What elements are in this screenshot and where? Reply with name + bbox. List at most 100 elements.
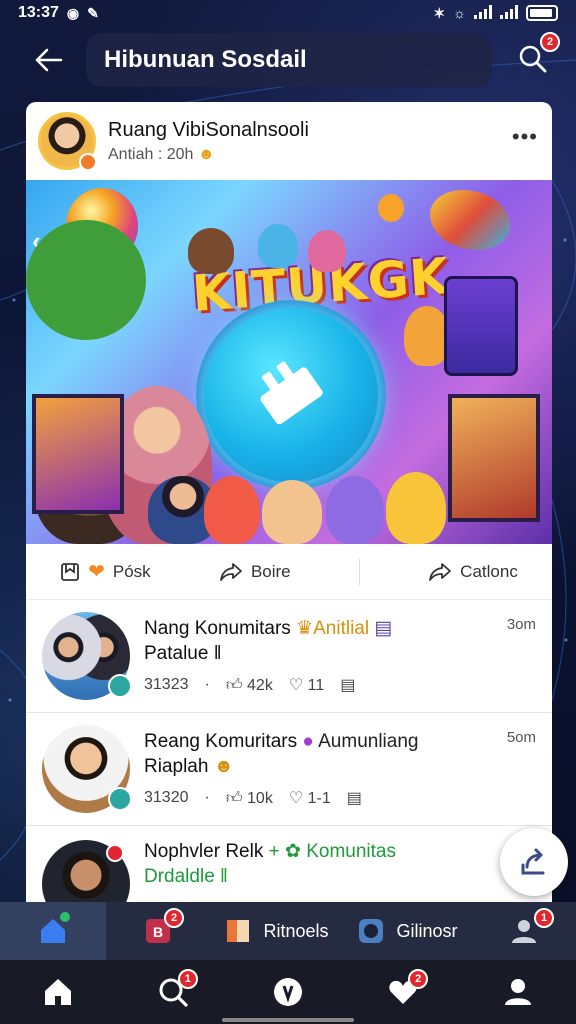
share-label: Boire bbox=[250, 561, 291, 581]
list-item-title: Nophvler Relk + ✿ Komunitas bbox=[144, 841, 396, 862]
arcade-machine-illustration bbox=[444, 276, 518, 376]
tab-badge: 2 bbox=[164, 908, 184, 928]
nav-likes[interactable]: 2 bbox=[378, 967, 429, 1017]
character-illustration bbox=[204, 476, 260, 544]
book-icon bbox=[227, 920, 250, 942]
book-icon: ▤ bbox=[374, 618, 393, 639]
separator-dot: · bbox=[204, 789, 210, 806]
more-options-button[interactable]: ••• bbox=[512, 124, 538, 150]
back-button[interactable] bbox=[24, 35, 74, 85]
nav-home[interactable] bbox=[33, 967, 83, 1017]
likes-stat[interactable]: 👍︎ 10k bbox=[226, 789, 273, 808]
post-image[interactable]: ‹ KITUKGK bbox=[26, 180, 552, 544]
save-icon[interactable]: ▤ bbox=[347, 788, 362, 808]
post-card: Ruang VibiSonalnsooli Antiah : 20h ☻ •••… bbox=[26, 102, 552, 922]
arrow-left-icon bbox=[35, 48, 63, 72]
list-item[interactable]: Nang Konumitars ♛Anitlial ▤ Patalue ‖ 31… bbox=[26, 600, 552, 713]
tab-ritnoels[interactable]: Ritnoels bbox=[210, 902, 342, 960]
chat-bubble-icon bbox=[359, 919, 384, 943]
avatar[interactable] bbox=[38, 112, 97, 171]
bottom-nav: 1 2 bbox=[0, 960, 576, 1024]
emoji-icon: ☻ bbox=[213, 756, 234, 777]
plus-icon: + bbox=[268, 841, 280, 862]
pause-icon: ‖ bbox=[220, 866, 228, 887]
list-item-subtitle: Patalue ‖ bbox=[144, 643, 222, 664]
svg-text:B: B bbox=[153, 924, 163, 940]
character-illustration bbox=[188, 228, 234, 274]
share-icon bbox=[220, 562, 242, 581]
avatar[interactable] bbox=[42, 725, 132, 813]
app-icon: ✎ bbox=[87, 4, 99, 21]
nav-explore[interactable] bbox=[263, 967, 313, 1017]
list-item-time: 5om bbox=[506, 729, 536, 746]
heart-outline-icon: ♡ bbox=[288, 677, 304, 694]
nav-profile[interactable] bbox=[493, 967, 543, 1017]
list-item[interactable]: Reang Komuritars ● Aumunliang Riaplah ☻ … bbox=[26, 713, 552, 826]
list-item-time: 3om bbox=[506, 616, 536, 633]
forward-icon bbox=[429, 562, 452, 581]
nav-badge: 1 bbox=[177, 969, 198, 989]
thumbs-up-icon: 👍︎ bbox=[225, 676, 243, 694]
signal-icon bbox=[474, 4, 492, 22]
wifi-icon: ☼ bbox=[453, 5, 466, 21]
forward-label: Catlonc bbox=[460, 561, 518, 581]
list-item-title: Nang Konumitars ♛Anitlial ▤ bbox=[144, 618, 393, 639]
like-label: Pósk bbox=[112, 561, 151, 581]
tab-badge: 1 bbox=[534, 908, 554, 928]
likes-stat[interactable]: 👍︎ 42k bbox=[226, 676, 273, 695]
list-item-title: Reang Komuritars ● Aumunliang bbox=[144, 731, 419, 752]
list-item-subtitle: Riaplah ☻ bbox=[144, 756, 234, 777]
crown-icon: ♛ bbox=[296, 618, 314, 639]
post-author[interactable]: Ruang VibiSonalnsooli bbox=[108, 119, 309, 142]
post-timestamp: Antiah : 20h ☻ bbox=[108, 145, 215, 163]
tab-label: Gilinosr bbox=[396, 920, 458, 941]
character-illustration bbox=[258, 224, 298, 268]
verified-icon bbox=[79, 153, 97, 171]
comments-stat[interactable]: ♡ 11 bbox=[289, 675, 324, 695]
search-button[interactable]: 2 bbox=[510, 32, 560, 82]
save-icon[interactable]: ▤ bbox=[340, 675, 355, 695]
status-time: 13:37 bbox=[18, 4, 59, 21]
list-item-stats: 31320 · 👍︎ 10k ♡ 1-1 ▤ bbox=[144, 788, 418, 808]
like-button[interactable]: ❤ Pósk bbox=[60, 559, 151, 584]
views-count: 31320 bbox=[144, 789, 189, 806]
app-logo-icon bbox=[204, 308, 378, 482]
home-indicator[interactable] bbox=[222, 1018, 354, 1022]
views-count: 31323 bbox=[144, 676, 189, 693]
character-illustration bbox=[386, 472, 446, 544]
divider bbox=[358, 558, 360, 585]
tab-home[interactable] bbox=[0, 902, 106, 960]
battery-icon bbox=[526, 5, 558, 21]
heart-outline-icon: ♡ bbox=[288, 790, 304, 807]
pause-icon: ‖ bbox=[213, 643, 222, 664]
share-button[interactable]: Boire bbox=[219, 562, 291, 582]
tab-people[interactable]: 1 bbox=[472, 902, 576, 960]
thumbs-up-icon: 👍︎ bbox=[225, 789, 243, 807]
status-bar: 13:37 ◉ ✎ ✶ ☼ bbox=[0, 0, 576, 26]
character-illustration bbox=[326, 476, 384, 544]
share-fab-button[interactable] bbox=[500, 828, 568, 896]
home-icon bbox=[44, 979, 71, 1005]
bookmark-icon bbox=[61, 562, 80, 581]
search-badge: 2 bbox=[540, 32, 560, 52]
compass-icon bbox=[273, 978, 302, 1006]
nav-badge: 2 bbox=[408, 969, 429, 989]
tab-video[interactable]: B 2 bbox=[106, 902, 210, 960]
poster-illustration bbox=[448, 394, 540, 522]
page-title: Hibunuan Sosdail bbox=[86, 33, 492, 87]
forward-button[interactable]: Catlonc bbox=[428, 562, 518, 582]
leaf-icon: ✿ bbox=[285, 841, 301, 862]
tab-gilinosr[interactable]: Gilinosr bbox=[342, 902, 472, 960]
app-header: Hibunuan Sosdail 2 bbox=[0, 30, 576, 90]
share-fab-icon bbox=[521, 848, 545, 875]
nav-search[interactable]: 1 bbox=[148, 967, 198, 1017]
character-illustration bbox=[262, 480, 322, 544]
notification-icon: ◉ bbox=[66, 4, 80, 21]
list-item-stats: 31323 · 👍︎ 42k ♡ 11 ▤ bbox=[144, 675, 392, 695]
post-actions: ❤ Pósk Boire Catlonc bbox=[26, 544, 552, 600]
kite-illustration bbox=[430, 190, 510, 250]
comments-stat[interactable]: ♡ 1-1 bbox=[289, 788, 331, 808]
tab-bar: B 2 Ritnoels Gilinosr 1 bbox=[0, 902, 576, 960]
avatar[interactable] bbox=[42, 612, 132, 700]
list-item-subtitle: Drdaldle ‖ bbox=[144, 866, 228, 887]
